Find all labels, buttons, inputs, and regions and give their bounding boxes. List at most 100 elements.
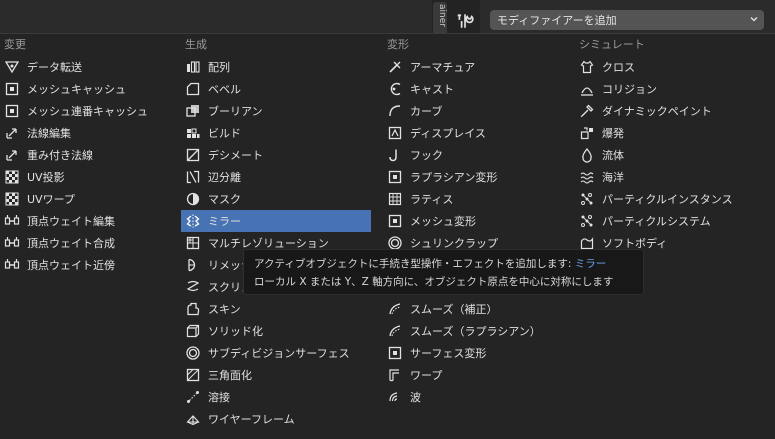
normal-edit-icon [6, 128, 17, 139]
data-transfer-icon [4, 61, 20, 74]
menu-item-build[interactable]: ビルド [181, 122, 371, 144]
menu-item-label: ラプラシアン変形 [410, 171, 498, 184]
menu-item-label: メッシュ変形 [410, 215, 476, 228]
menu-item-warp[interactable]: ワープ [383, 364, 573, 386]
menu-column-header: 変形 [387, 38, 409, 51]
menu-item-wireframe[interactable]: ワイヤーフレーム [181, 408, 371, 430]
menu-item-bevel[interactable]: ベベル [181, 78, 371, 100]
menu-item-label: フック [410, 149, 443, 162]
smooth-corrective-icon [389, 303, 401, 315]
add-modifier-dropdown[interactable]: モディファイアーを追加 [490, 10, 764, 30]
menu-item-boolean[interactable]: ブーリアン [181, 100, 371, 122]
menu-item-ocean[interactable]: 海洋 [575, 166, 765, 188]
subdivision-surface-icon [186, 346, 200, 360]
menu-item-label: データ転送 [27, 61, 82, 74]
menu-item-data-transfer[interactable]: データ転送 [0, 56, 190, 78]
menu-item-label: メッシュキャッシュ [27, 83, 126, 96]
menu-item-label: UV投影 [27, 171, 65, 184]
menu-item-label: サーフェス変形 [410, 347, 487, 360]
menu-item-displace[interactable]: ディスプレイス [383, 122, 573, 144]
menu-item-label: ダイナミックペイント [602, 105, 712, 118]
hook-icon [389, 149, 397, 162]
menu-item-mesh-sequence-cache[interactable]: メッシュ連番キャッシュ [0, 100, 190, 122]
menu-item-label: 流体 [602, 149, 624, 162]
menu-item-solidify[interactable]: ソリッド化 [181, 320, 371, 342]
menu-item-label: カーブ [410, 105, 443, 118]
menu-item-weighted-normal[interactable]: 重み付き法線 [0, 144, 190, 166]
menu-item-label: メッシュ連番キャッシュ [27, 105, 148, 118]
menu-item-label: クロス [602, 61, 635, 74]
menu-item-particle-system[interactable]: パーティクルシステム [575, 210, 765, 232]
menu-item-smooth-laplacian[interactable]: スムーズ（ラプラシアン） [383, 320, 573, 342]
menu-item-collision[interactable]: コリジョン [575, 78, 765, 100]
menu-item-fluid[interactable]: 流体 [575, 144, 765, 166]
menu-item-explode[interactable]: 爆発 [575, 122, 765, 144]
tooltip: アクティブオブジェクトに手続き型操作・エフェクトを追加します: ミラー ローカル… [243, 249, 644, 295]
menu-item-particle-instance[interactable]: パーティクルインスタンス [575, 188, 765, 210]
menu-item-smooth-corrective[interactable]: スムーズ（補正） [383, 298, 573, 320]
menu-item-mirror[interactable]: ミラー [181, 210, 371, 232]
menu-item-label: 辺分離 [208, 171, 241, 184]
chevron-down-icon [750, 16, 758, 22]
menu-item-weld[interactable]: 溶接 [181, 386, 371, 408]
menu-item-vertex-weight-edit[interactable]: 頂点ウェイト編集 [0, 210, 190, 232]
collision-icon [581, 87, 593, 96]
menu-item-hook[interactable]: フック [383, 144, 573, 166]
menu-item-mask[interactable]: マスク [181, 188, 371, 210]
menu-item-label: 三角面化 [208, 369, 252, 382]
menu-item-curve[interactable]: カーブ [383, 100, 573, 122]
cloth-icon [580, 60, 594, 74]
weld-icon [187, 391, 199, 403]
armature-icon [389, 61, 401, 73]
menu-item-mesh-cache[interactable]: メッシュキャッシュ [0, 78, 190, 100]
explode-icon [580, 127, 593, 140]
menu-item-label: マスク [208, 193, 241, 206]
menu-item-vertex-weight-mix[interactable]: 頂点ウェイト合成 [0, 232, 190, 254]
menu-item-lattice[interactable]: ラティス [383, 188, 573, 210]
menu-item-vertex-weight-proximity[interactable]: 頂点ウェイト近傍 [0, 254, 190, 276]
menu-item-label: 配列 [208, 61, 230, 74]
menu-item-label: 海洋 [602, 171, 624, 184]
menu-item-label: ワープ [410, 369, 443, 382]
particle-instance-icon [581, 193, 593, 205]
menu-item-array[interactable]: 配列 [181, 56, 371, 78]
menu-item-cast[interactable]: キャスト [383, 78, 573, 100]
menu-item-label: 波 [410, 391, 421, 404]
build-icon [187, 128, 200, 138]
boolean-icon [186, 105, 199, 117]
mesh-deform-icon [388, 214, 402, 228]
menu-item-dynamic-paint[interactable]: ダイナミックペイント [575, 100, 765, 122]
mirror-icon [186, 214, 200, 228]
uv-warp-icon [5, 192, 19, 206]
menu-item-label: ビルド [208, 127, 241, 140]
menu-item-laplacian-deform[interactable]: ラプラシアン変形 [383, 166, 573, 188]
menu-item-label: デシメート [208, 149, 263, 162]
menu-item-subdivision-surface[interactable]: サブディビジョンサーフェス [181, 342, 371, 364]
menu-item-wave[interactable]: 波 [383, 386, 573, 408]
menu-item-label: サブディビジョンサーフェス [208, 347, 350, 360]
tooltip-line-2: ローカル X または Y、Z 軸方向に、オブジェクト原点を中心に対称にします [254, 276, 614, 288]
menu-item-surface-deform[interactable]: サーフェス変形 [383, 342, 573, 364]
menu-item-cloth[interactable]: クロス [575, 56, 765, 78]
menu-item-mesh-deform[interactable]: メッシュ変形 [383, 210, 573, 232]
menu-item-uv-project[interactable]: UV投影 [0, 166, 190, 188]
wrench-icon[interactable] [456, 12, 474, 30]
menu-item-uv-warp[interactable]: UVワープ [0, 188, 190, 210]
menu-column-simulate: シミュレート クロス コリジョン ダイナミックペイント 爆発 流体 海洋 パーティクルインスタ… [575, 34, 765, 254]
menu-item-label: 爆発 [602, 127, 624, 140]
menu-item-label: ベベル [208, 83, 241, 96]
menu-item-skin[interactable]: スキン [181, 298, 371, 320]
decimate-icon [186, 148, 200, 162]
menu-item-label: ディスプレイス [410, 127, 486, 140]
menu-item-normal-edit[interactable]: 法線編集 [0, 122, 190, 144]
menu-item-armature[interactable]: アーマチュア [383, 56, 573, 78]
menu-item-label: パーティクルシステム [602, 215, 711, 228]
tooltip-line-1: アクティブオブジェクトに手続き型操作・エフェクトを追加します: ミラー [254, 255, 633, 273]
menu-item-triangulate[interactable]: 三角面化 [181, 364, 371, 386]
tooltip-operator-name: ミラー [574, 258, 607, 270]
cast-icon [390, 82, 401, 96]
menu-column-deform: 変形アーマチュア キャストカーブディスプレイス フックラプラシアン変形ラティスメッシ… [383, 34, 573, 408]
menu-item-decimate[interactable]: デシメート [181, 144, 371, 166]
menu-item-edge-split[interactable]: 辺分離 [181, 166, 371, 188]
menu-item-label: スキン [208, 303, 241, 316]
